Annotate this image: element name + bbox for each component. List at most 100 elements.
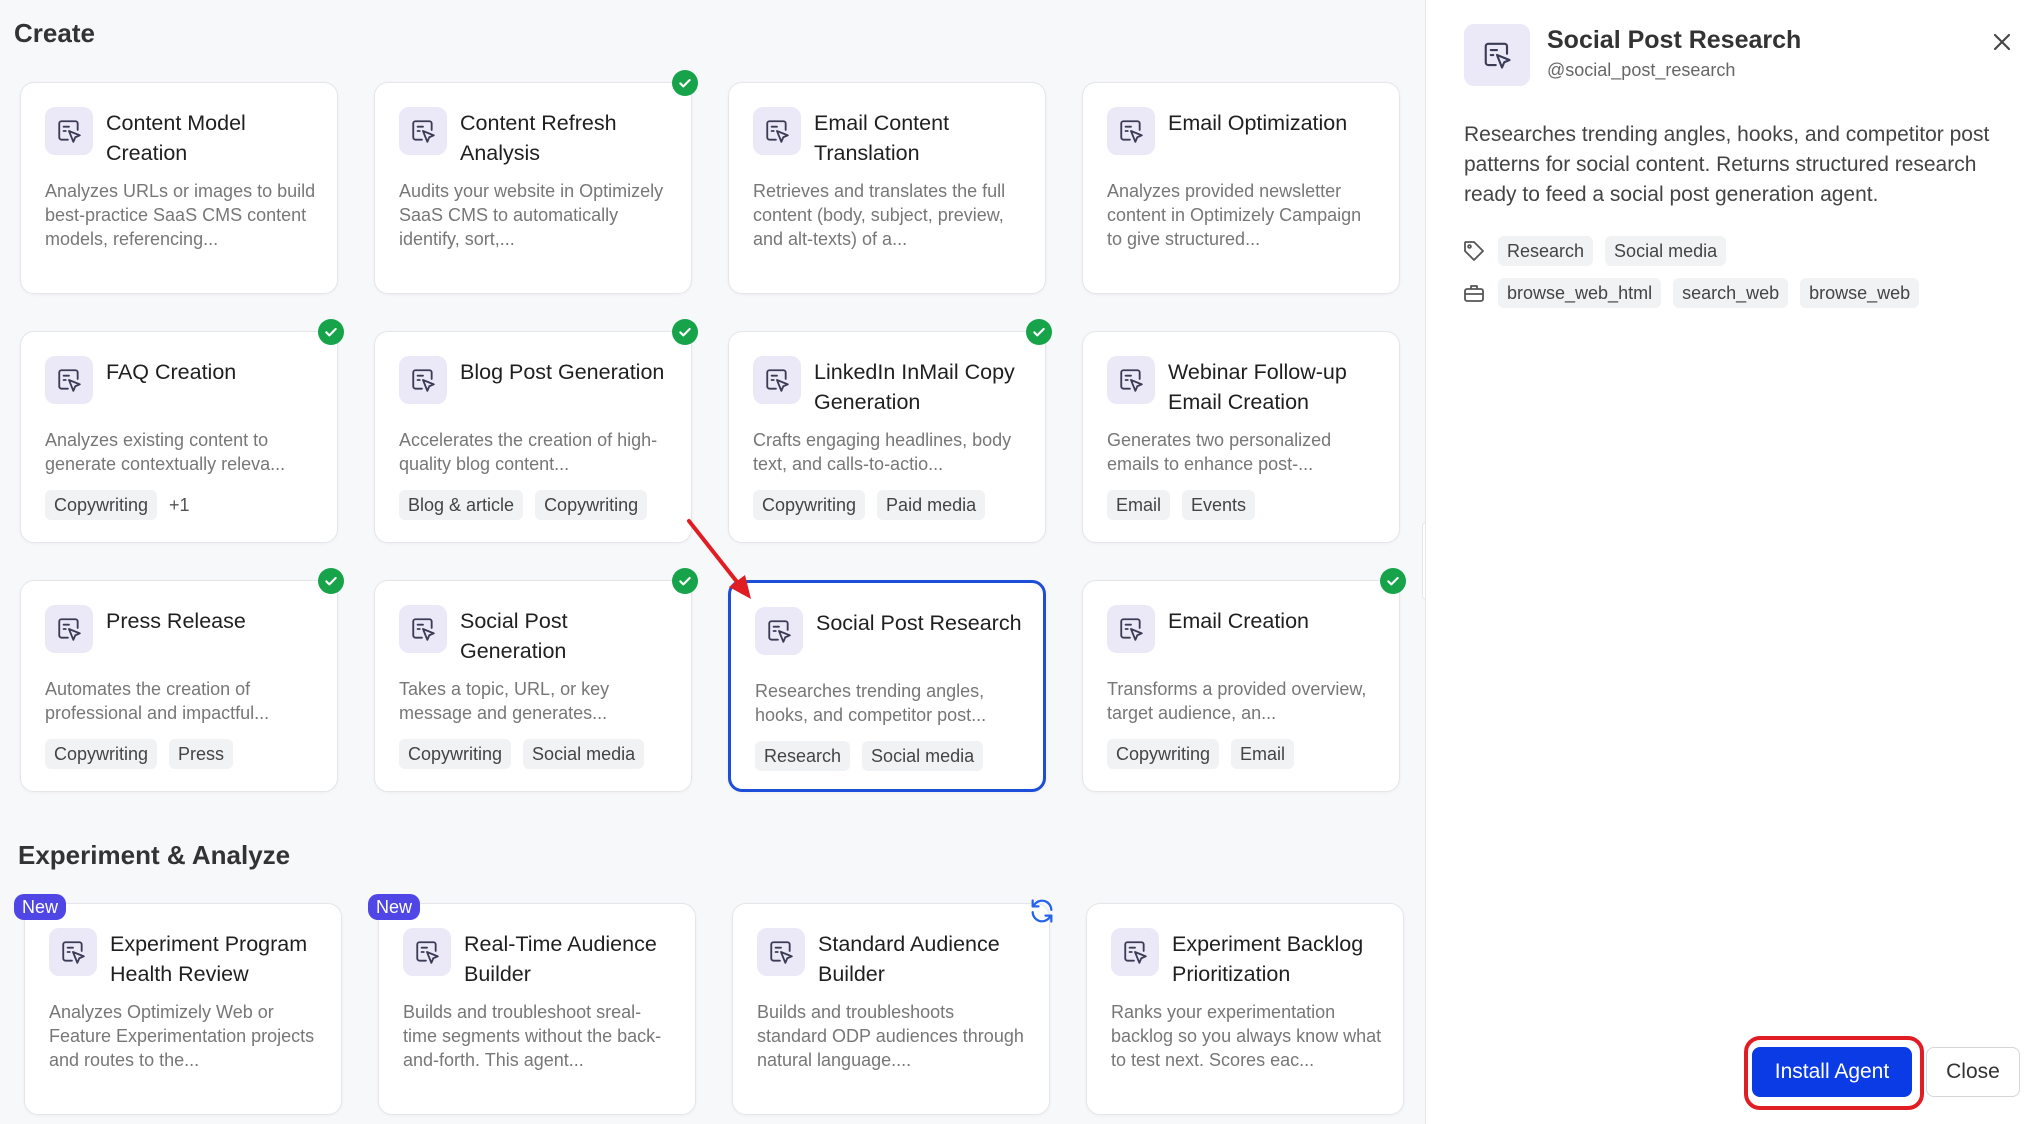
card-tag: Blog & article xyxy=(399,490,524,520)
card-description: Takes a topic, URL, or key message and g… xyxy=(399,679,610,723)
card-title: Webinar Follow-up Email Creation xyxy=(1168,360,1347,414)
card-description: Crafts engaging headlines, body text, an… xyxy=(753,430,1012,474)
card-description: Generates two personalized emails to enh… xyxy=(1107,430,1332,474)
card-description: Builds and troubleshoot sreal-time segme… xyxy=(403,1002,662,1070)
card-title: Email Content Translation xyxy=(814,111,950,165)
card-title: Social Post Generation xyxy=(460,609,568,663)
cursor-select-icon xyxy=(1107,605,1155,653)
card-description: Retrieves and translates the full conten… xyxy=(753,181,1006,249)
sync-icon xyxy=(1028,897,1056,925)
check-icon xyxy=(318,319,344,345)
card-description: Builds and troubleshoots standard ODP au… xyxy=(757,1002,1024,1070)
card-description: Analyzes URLs or images to build best-pr… xyxy=(45,181,316,249)
card-tag: Paid media xyxy=(877,490,986,520)
card-description: Ranks your experimentation backlog so yo… xyxy=(1111,1002,1382,1070)
card-description: Analyzes Optimizely Web or Feature Exper… xyxy=(49,1002,315,1070)
card-tags: Research Social media xyxy=(755,741,984,771)
cursor-select-icon xyxy=(1111,928,1159,976)
cursor-select-icon xyxy=(45,356,93,404)
cursor-select-icon xyxy=(45,605,93,653)
card-title: Standard Audience Builder xyxy=(818,932,1000,986)
card-description: Automates the creation of professional a… xyxy=(45,679,270,723)
card-title: Social Post Research xyxy=(816,611,1022,635)
agent-card[interactable]: FAQ Creation Analyzes existing content to… xyxy=(20,331,338,543)
check-icon xyxy=(672,70,698,96)
card-tag: Copywriting xyxy=(1107,739,1220,769)
card-tags: Copywriting Social media xyxy=(399,739,645,769)
detail-tool: search_web xyxy=(1673,278,1789,308)
cursor-select-icon xyxy=(753,107,801,155)
agent-card[interactable]: Content Model Creation Analyzes URLs or i… xyxy=(20,82,338,294)
card-title: Blog Post Generation xyxy=(460,360,665,384)
agent-card[interactable]: Email Content Translation Retrieves and t… xyxy=(728,82,1046,294)
agent-card[interactable]: Press Release Automates the creation of p… xyxy=(20,580,338,792)
cursor-select-icon xyxy=(399,356,447,404)
annotation-arrow-icon xyxy=(687,519,751,599)
agent-card[interactable]: Email Optimization Analyzes provided news… xyxy=(1082,82,1400,294)
check-icon xyxy=(1380,568,1406,594)
card-title: Experiment Backlog Prioritization xyxy=(1172,932,1364,986)
card-title: Content Model Creation xyxy=(106,111,246,165)
cursor-select-icon xyxy=(1464,24,1530,86)
detail-title: Social Post Research xyxy=(1547,26,1802,54)
card-title: Experiment Program Health Review xyxy=(110,932,308,986)
new-badge: New xyxy=(14,894,67,920)
agent-card[interactable]: Email Creation Transforms a provided over… xyxy=(1082,580,1400,792)
card-tags: Copywriting +1 xyxy=(45,490,190,520)
card-description: Accelerates the creation of high-quality… xyxy=(399,430,658,474)
card-description: Analyzes existing content to generate co… xyxy=(45,430,286,474)
cursor-select-icon xyxy=(49,928,97,976)
agent-card[interactable]: Standard Audience Builder Builds and trou… xyxy=(732,903,1050,1115)
close-icon[interactable] xyxy=(1988,28,2016,56)
close-button[interactable]: Close xyxy=(1926,1047,2020,1097)
cursor-select-icon xyxy=(1107,107,1155,155)
detail-tools-row: browse_web_html search_web browse_web xyxy=(1462,278,1920,308)
install-agent-button[interactable]: Install Agent xyxy=(1752,1047,1912,1097)
card-tags: Copywriting Press xyxy=(45,739,234,769)
card-tag: Email xyxy=(1231,739,1295,769)
card-title: LinkedIn InMail Copy Generation xyxy=(814,360,1015,414)
cursor-select-icon xyxy=(45,107,93,155)
agent-card[interactable]: Webinar Follow-up Email Creation Generate… xyxy=(1082,331,1400,543)
agent-card[interactable]: LinkedIn InMail Copy Generation Crafts en… xyxy=(728,331,1046,543)
more-tags-count: +1 xyxy=(169,494,190,515)
section-title-experiment: Experiment & Analyze xyxy=(18,840,291,870)
cursor-select-icon xyxy=(403,928,451,976)
cursor-select-icon xyxy=(753,356,801,404)
agent-card[interactable]: Experiment Backlog Prioritization Ranks y… xyxy=(1086,903,1404,1115)
card-description: Transforms a provided overview, target a… xyxy=(1107,679,1367,723)
card-tag: Events xyxy=(1182,490,1256,520)
card-tag: Press xyxy=(169,739,234,769)
card-tags: Blog & article Copywriting xyxy=(399,490,648,520)
agent-card[interactable]: Real-Time Audience Builder Builds and tro… xyxy=(378,903,696,1115)
card-tag: Research xyxy=(755,741,851,771)
agent-card[interactable]: Experiment Program Health Review Analyzes… xyxy=(24,903,342,1115)
card-tags: Copywriting Paid media xyxy=(753,490,986,520)
card-description: Audits your website in Optimizely SaaS C… xyxy=(399,181,664,249)
check-icon xyxy=(672,319,698,345)
agent-card[interactable]: Content Refresh Analysis Audits your webs… xyxy=(374,82,692,294)
agent-card[interactable]: Social Post Generation Takes a topic, URL… xyxy=(374,580,692,792)
detail-description: Researches trending angles, hooks, and c… xyxy=(1464,123,1990,206)
cursor-select-icon xyxy=(399,107,447,155)
agent-card[interactable]: Social Post Research Researches trending … xyxy=(728,580,1046,792)
card-tags: Email Events xyxy=(1107,490,1256,520)
cursor-select-icon xyxy=(755,607,803,655)
card-tag: Social media xyxy=(862,741,984,771)
card-title: Content Refresh Analysis xyxy=(460,111,617,165)
agent-card[interactable]: Blog Post Generation Accelerates the crea… xyxy=(374,331,692,543)
section-title-create: Create xyxy=(14,18,95,48)
toolbox-icon xyxy=(1464,285,1484,302)
card-tags: Copywriting Email xyxy=(1107,739,1295,769)
agent-detail-panel: Social Post Research @social_post_resear… xyxy=(1425,0,2030,1124)
card-tag: Copywriting xyxy=(45,739,158,769)
detail-tool: browse_web_html xyxy=(1498,278,1662,308)
card-title: Press Release xyxy=(106,609,246,633)
detail-handle: @social_post_research xyxy=(1547,60,1736,80)
check-icon xyxy=(318,568,344,594)
tag-icon xyxy=(1464,241,1484,261)
card-tag: Copywriting xyxy=(535,490,648,520)
detail-tag: Research xyxy=(1498,236,1594,266)
card-tag: Copywriting xyxy=(45,490,158,520)
detail-tags-row: Research Social media xyxy=(1462,236,1727,266)
